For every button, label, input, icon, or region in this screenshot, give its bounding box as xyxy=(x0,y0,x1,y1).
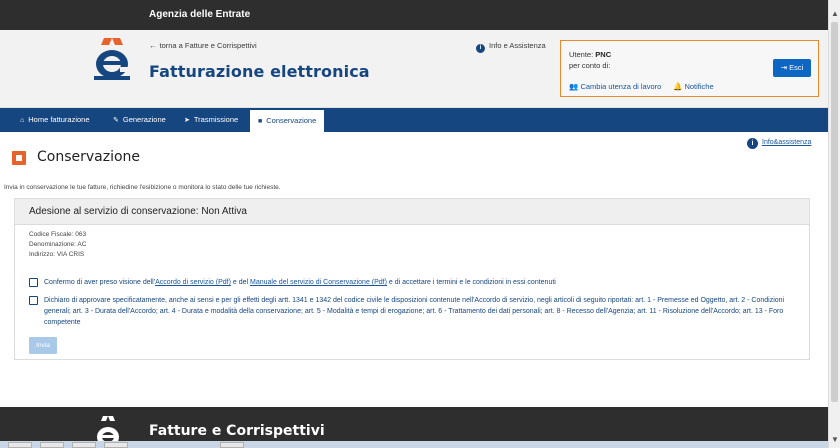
esci-label: Esci xyxy=(789,63,804,72)
taskbar-button[interactable] xyxy=(8,442,32,448)
home-icon: ⌂ xyxy=(20,117,25,124)
accept-terms-text: Confermo di aver preso visione dell'Acco… xyxy=(44,277,556,288)
back-link-label: torna a Fatture e Corrispettivi xyxy=(159,41,257,50)
nav-label: Generazione xyxy=(122,115,166,124)
app-title: Fatturazione elettronica xyxy=(149,62,370,81)
esci-button[interactable]: ⇥ Esci xyxy=(773,59,811,77)
accordo-pdf-link[interactable]: Accordo di servizio (Pdf) xyxy=(155,279,231,286)
user-label: Utente: PNC xyxy=(569,50,611,59)
taskbar-button[interactable] xyxy=(40,442,64,448)
approve-articles-text: Dichiaro di approvare specificatamente, … xyxy=(44,297,785,326)
logout-icon: ⇥ xyxy=(780,63,788,72)
accept-terms-row: Confermo di aver preso visione dell'Acco… xyxy=(29,278,789,290)
approve-articles-checkbox[interactable] xyxy=(29,296,38,305)
taskbar-button[interactable] xyxy=(72,442,96,448)
indirizzo: Indirizzo: VIA CRIS xyxy=(29,251,85,258)
info-assistenza-help-link[interactable]: i Info&assistenza xyxy=(747,138,811,149)
back-arrow-icon: ← xyxy=(149,41,157,50)
card-header: Adesione al servizio di conservazione: N… xyxy=(15,199,809,225)
terms-post: e di accettare i termini e le condizioni… xyxy=(386,279,556,286)
archive-icon: ■ xyxy=(258,118,263,125)
conservazione-icon xyxy=(12,151,26,165)
notifiche-link[interactable]: 🔔 Notifiche xyxy=(673,82,714,91)
intro-text: Invia in conservazione le tue fatture, r… xyxy=(4,184,281,191)
terms-pre: Confermo di aver preso visione dell' xyxy=(44,279,156,286)
scroll-down-icon[interactable]: ▼ xyxy=(831,436,839,444)
info-link-label: Info e Assistenza xyxy=(489,41,546,50)
pencil-icon: ✎ xyxy=(113,117,119,124)
users-icon: 👥 xyxy=(569,82,579,91)
card-title: Adesione al servizio di conservazione: N… xyxy=(29,206,247,217)
info-icon: i xyxy=(747,138,758,149)
nav-label: Home fatturazione xyxy=(28,115,90,124)
user-panel: Utente: PNC per conto di: 👥 Cambia utenz… xyxy=(560,40,819,97)
help-link-label: Info&assistenza xyxy=(762,139,812,146)
app-header: ← torna a Fatture e Corrispettivi Fattura… xyxy=(0,30,828,108)
agency-name: Agenzia delle Entrate xyxy=(149,9,251,20)
codice-fiscale: Codice Fiscale: 063 xyxy=(29,231,87,238)
info-assistenza-link[interactable]: i Info e Assistenza xyxy=(476,41,546,53)
top-bar: Agenzia delle Entrate xyxy=(0,0,828,30)
nav-generazione[interactable]: ✎ Generazione xyxy=(113,108,166,132)
accept-terms-checkbox[interactable] xyxy=(29,278,38,287)
scroll-thumb[interactable] xyxy=(831,22,838,402)
adesione-card: Adesione al servizio di conservazione: N… xyxy=(14,198,810,360)
main-nav: ⌂ Home fatturazione ✎ Generazione ➤ Trasmis… xyxy=(0,108,828,132)
taskbar-button[interactable] xyxy=(220,442,244,448)
info-icon: i xyxy=(476,44,485,53)
nav-trasmissione[interactable]: ➤ Trasmissione xyxy=(184,108,238,132)
user-label-text: Utente: xyxy=(569,50,594,59)
nav-label: Trasmissione xyxy=(193,115,239,124)
page-title: Conservazione xyxy=(37,149,141,165)
agenzia-logo-icon xyxy=(94,38,130,80)
manuale-pdf-link[interactable]: Manuale del servizio di Conservazione (P… xyxy=(250,279,387,286)
scroll-up-icon[interactable]: ▲ xyxy=(831,10,839,18)
send-icon: ➤ xyxy=(184,117,190,124)
vertical-scrollbar[interactable]: ▲ ▼ xyxy=(828,0,840,448)
nav-label: Conservazione xyxy=(266,116,317,125)
conto-di-label: per conto di: xyxy=(569,61,611,70)
denominazione: Denominazione: AC xyxy=(29,241,87,248)
notifiche-label: Notifiche xyxy=(684,82,714,91)
invia-button[interactable]: Invia xyxy=(29,337,57,354)
cambia-utenza-link[interactable]: 👥 Cambia utenza di lavoro xyxy=(569,82,661,91)
bell-icon: 🔔 xyxy=(673,82,683,91)
nav-conservazione[interactable]: ■ Conservazione xyxy=(250,110,325,132)
footer-title: Fatture e Corrispettivi xyxy=(149,423,325,439)
user-name: PNC xyxy=(595,50,612,59)
cambia-utenza-label: Cambia utenza di lavoro xyxy=(580,82,662,91)
approve-articles-row: Dichiaro di approvare specificatamente, … xyxy=(29,296,799,330)
terms-mid: e del xyxy=(230,279,250,286)
back-to-fatture-link[interactable]: ← torna a Fatture e Corrispettivi xyxy=(149,41,257,50)
page: Agenzia delle Entrate ← torna a Fatture e… xyxy=(0,0,840,448)
taskbar-button[interactable] xyxy=(104,442,128,448)
nav-home-fatturazione[interactable]: ⌂ Home fatturazione xyxy=(20,108,90,132)
